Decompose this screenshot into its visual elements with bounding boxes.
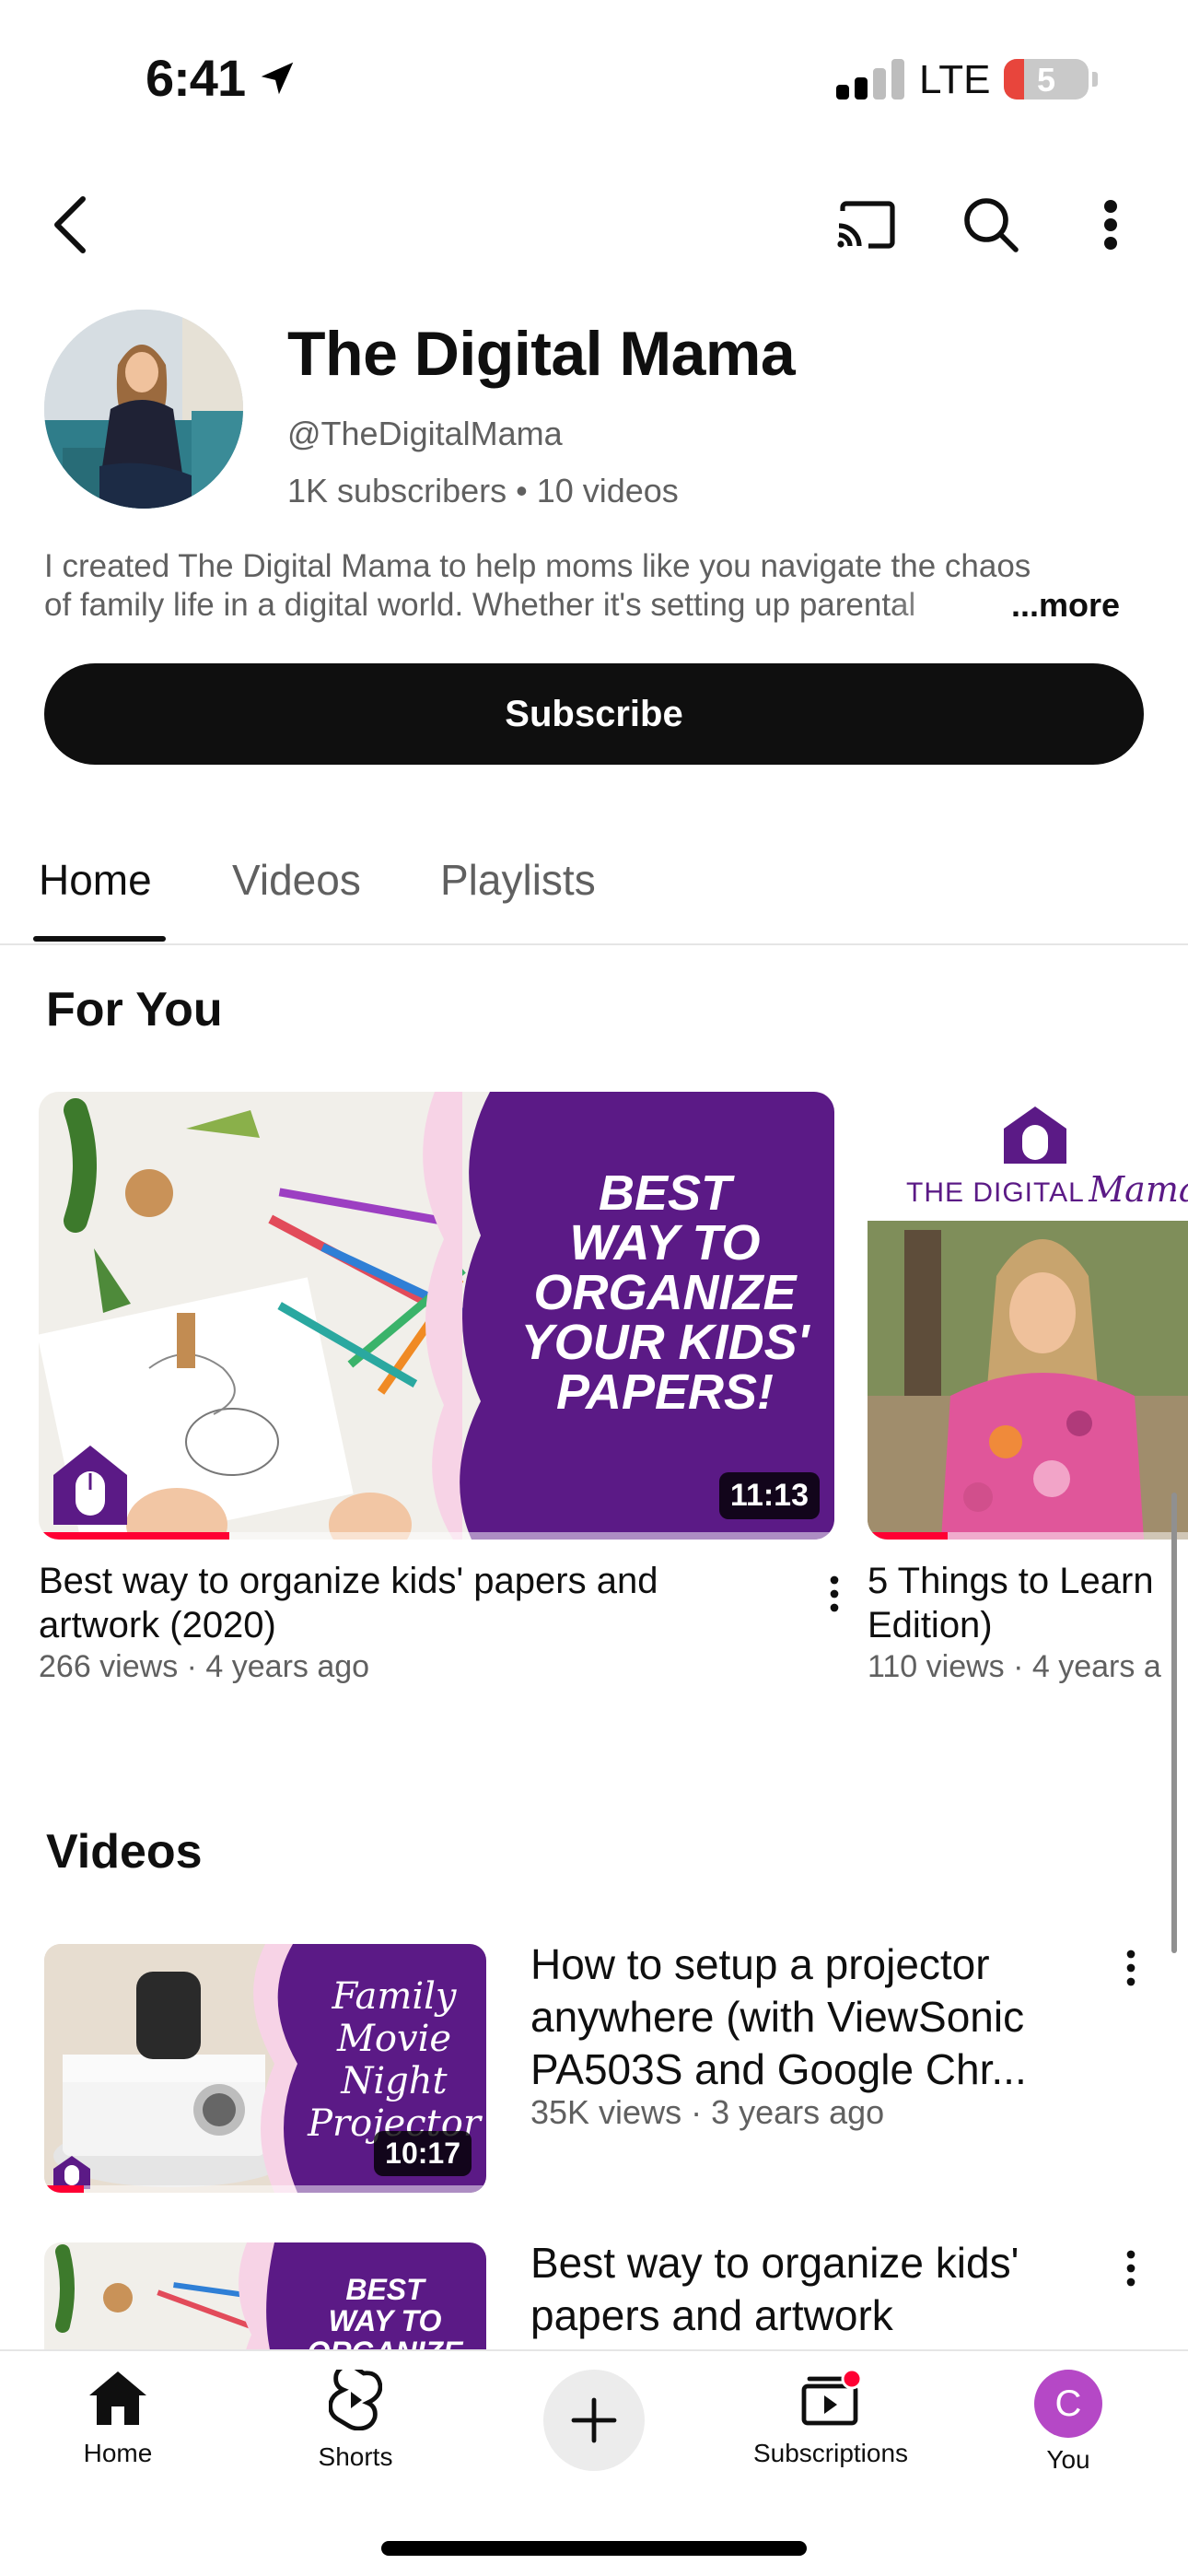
svg-text:WAY TO: WAY TO [569,1215,760,1270]
more-options-button[interactable] [1077,190,1144,260]
home-icon [89,2371,146,2425]
video-options-button[interactable] [816,1566,853,1622]
battery-level: 5 [1036,61,1056,99]
tab-videos[interactable]: Videos [232,855,361,905]
svg-text:Night: Night [340,2060,448,2102]
video-thumbnail[interactable]: BEST WAY TO ORGANIZE YOUR KIDS' PAPERS! … [39,1092,834,1540]
video-thumbnail[interactable]: THE DIGITAL Mama [868,1092,1188,1540]
scrollbar[interactable] [1171,1493,1177,1953]
status-time: 6:41 [146,49,246,107]
video-meta: 266 views · 4 years ago [39,1649,370,1684]
watch-progress-bar [39,1532,230,1540]
video-duration: 11:13 [718,1472,820,1519]
channel-handle: @TheDigitalMama [287,415,563,452]
svg-text:BEST: BEST [599,1165,735,1221]
channel-description[interactable]: I created The Digital Mama to help moms … [44,547,1131,625]
nav-shorts-label: Shorts [318,2442,393,2471]
battery-icon: 5 [1004,59,1089,100]
nav-shorts[interactable]: Shorts [263,2363,448,2472]
more-vertical-icon [1126,2250,1136,2287]
video-options-button[interactable] [1112,1940,1149,1996]
battery-tip [1092,72,1098,87]
video-title-line-2: Edition) [868,1605,993,1645]
watch-progress-bar [44,2185,85,2193]
svg-text:Movie: Movie [336,2018,451,2060]
video-meta: 110 views · 4 years a [868,1649,1161,1684]
svg-text:BEST: BEST [345,2273,426,2306]
tab-home[interactable]: Home [39,855,152,905]
video-options-button[interactable] [1112,2241,1149,2296]
nav-home[interactable]: Home [26,2370,210,2468]
svg-text:Family: Family [332,1975,458,2018]
video-thumbnail[interactable]: Family Movie Night Projector 10:17 [44,1944,486,2193]
shorts-icon [328,2363,383,2431]
tab-playlists[interactable]: Playlists [440,855,596,905]
progress-track [44,2185,486,2193]
back-button[interactable] [37,192,103,258]
plus-icon [571,2397,617,2443]
signal-strength-icon [836,57,910,100]
more-vertical-icon [1126,1950,1136,1986]
svg-text:PAPERS!: PAPERS! [556,1364,774,1420]
nav-you-label: You [1046,2445,1090,2474]
more-vertical-icon [1104,200,1117,250]
nav-you[interactable]: C You [976,2370,1160,2475]
channel-tabs: Home Videos Playlists [0,829,1188,945]
create-button[interactable] [543,2370,645,2471]
svg-text:YOUR KIDS': YOUR KIDS' [521,1315,811,1370]
description-more-link[interactable]: ...more [1011,586,1121,625]
thumbnail-image [868,1092,1188,1540]
home-indicator [381,2541,807,2556]
nav-subscriptions-label: Subscriptions [752,2439,909,2467]
video-duration: 10:17 [374,2131,472,2176]
thumbnail-brand: THE DIGITAL Mama [906,1169,1188,1210]
cast-icon [837,201,895,249]
cast-button[interactable] [833,192,899,258]
video-meta: 35K views · 3 years ago [530,2093,885,2131]
channel-avatar-image [44,310,243,509]
search-button[interactable] [956,190,1026,260]
description-line-1: I created The Digital Mama to help moms … [44,548,1031,584]
subscriptions-icon [801,2368,863,2426]
user-avatar: C [1034,2370,1102,2438]
description-line-2: of family life in a digital world. Wheth… [44,587,916,623]
video-title[interactable]: 5 Things to Learn [868,1559,1154,1603]
thumbnail-image: BEST WAY TO ORGANIZE YOUR KIDS' PAPERS! [39,1092,834,1540]
chevron-left-icon [54,196,86,253]
video-title[interactable]: How to setup a projector anywhere (with … [530,1938,1083,2096]
channel-avatar[interactable] [44,310,243,509]
network-type: LTE [919,57,991,102]
nav-home-label: Home [83,2439,153,2467]
svg-text:ORGANIZE: ORGANIZE [533,1265,798,1320]
search-icon [964,198,1019,252]
nav-subscriptions[interactable]: Subscriptions [739,2368,923,2468]
channel-meta: 1K subscribers • 10 videos [287,472,679,509]
video-title[interactable]: Best way to organize kids' papers and ar… [530,2237,1083,2342]
active-tab-indicator [33,936,166,942]
svg-text:WAY TO: WAY TO [329,2304,442,2337]
more-vertical-icon [830,1575,839,1612]
channel-name: The Digital Mama [287,319,796,389]
subscribe-button[interactable]: Subscribe [44,663,1144,765]
video-title[interactable]: Best way to organize kids' papers and ar… [39,1559,775,1647]
section-title-for-you: For You [46,983,223,1036]
watch-progress-bar [868,1532,948,1540]
section-title-videos: Videos [46,1825,203,1879]
location-arrow-icon [261,62,294,95]
